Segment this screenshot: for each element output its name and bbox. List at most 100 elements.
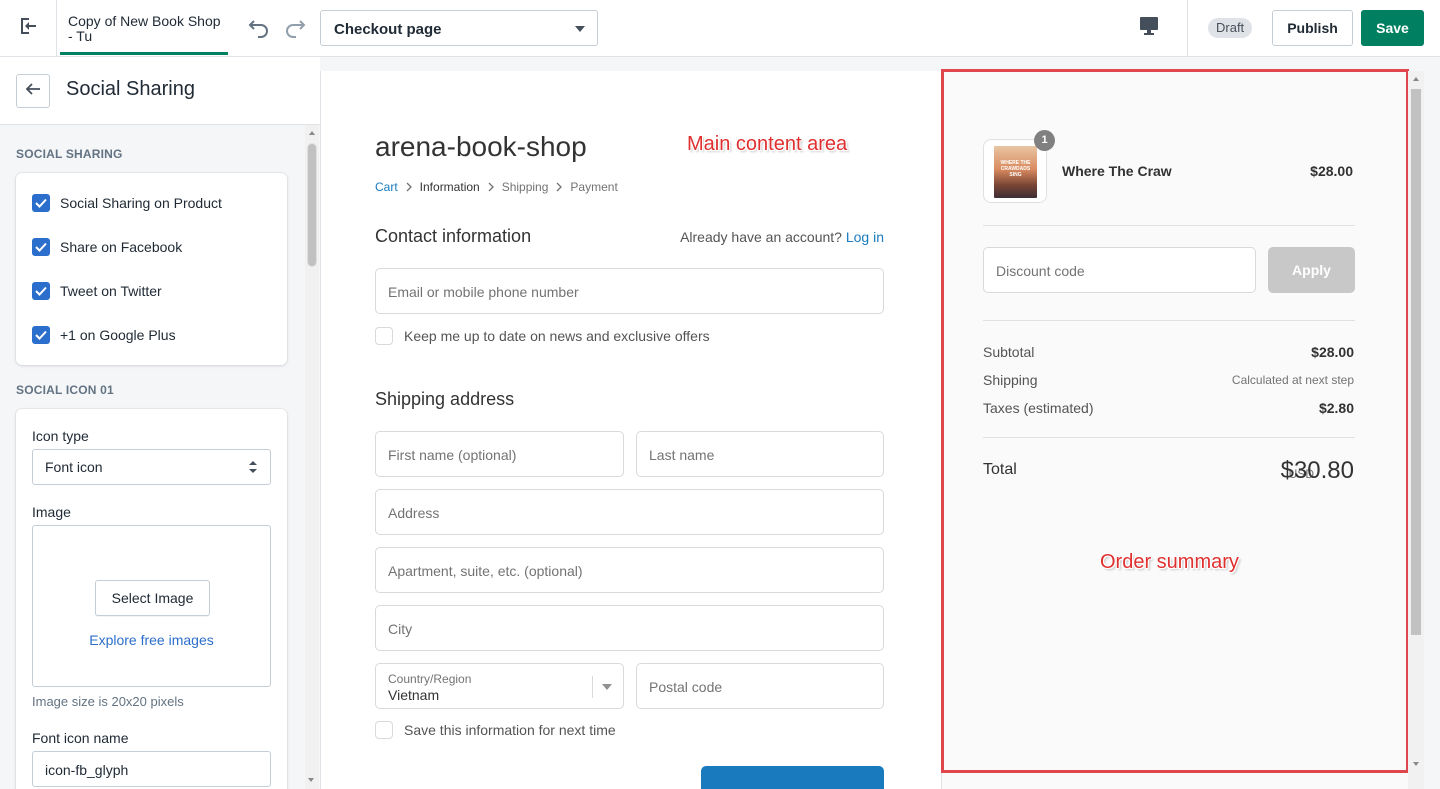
city-field[interactable]: City [375, 605, 884, 651]
sidebar-header: Social Sharing [0, 57, 320, 125]
section-heading-social-icon: SOCIAL ICON 01 [16, 383, 114, 397]
font-icon-name-input[interactable]: icon-fb_glyph [32, 751, 271, 787]
newsletter-checkbox[interactable] [375, 327, 393, 345]
checkbox-checked[interactable] [32, 282, 50, 300]
scroll-down-icon[interactable] [308, 778, 314, 782]
first-name-placeholder: First name (optional) [388, 447, 517, 463]
summary-divider [983, 225, 1355, 226]
country-select[interactable]: Country/Region Vietnam [375, 663, 624, 709]
shipping-value: Calculated at next step [1231, 373, 1354, 387]
checkbox-row-share-facebook[interactable]: Share on Facebook [32, 237, 182, 257]
subtotal-label: Subtotal [983, 344, 1035, 360]
book-cover-image: WHERE THE CRAWDADS SING [994, 146, 1037, 198]
exit-icon [17, 15, 39, 42]
newsletter-checkbox-row[interactable]: Keep me up to date on news and exclusive… [375, 327, 710, 345]
save-info-checkbox-row[interactable]: Save this information for next time [375, 721, 616, 739]
font-icon-name-value: icon-fb_glyph [45, 762, 129, 778]
postal-code-placeholder: Postal code [649, 679, 723, 695]
order-summary: WHERE THE CRAWDADS SING 1 Where The Craw… [941, 71, 1411, 789]
icon-type-select[interactable]: Font icon [32, 449, 271, 485]
checkbox-label: Social Sharing on Product [60, 195, 222, 211]
redo-button[interactable] [280, 14, 310, 44]
account-prompt: Already have an account? Log in [680, 229, 884, 245]
breadcrumb: Cart Information Shipping Payment [375, 180, 618, 194]
chevron-right-icon [406, 182, 412, 192]
last-name-placeholder: Last name [649, 447, 715, 463]
publish-button[interactable]: Publish [1272, 10, 1353, 46]
main-content-area: arena-book-shop Cart Information Shippin… [321, 71, 941, 789]
summary-divider [983, 437, 1355, 438]
shipping-label: Shipping [983, 372, 1038, 388]
newsletter-label: Keep me up to date on news and exclusive… [404, 328, 710, 344]
icon-type-label: Icon type [32, 428, 89, 444]
theme-title-underline [60, 52, 228, 55]
breadcrumb-cart[interactable]: Cart [375, 180, 398, 194]
top-divider [1187, 0, 1188, 56]
chevron-right-icon [556, 182, 563, 192]
scroll-up-icon [1413, 77, 1419, 81]
subtotal-value: $28.00 [1311, 344, 1354, 360]
explore-free-images-link[interactable]: Explore free images [33, 632, 270, 648]
total-label: Total [983, 461, 1017, 478]
chevron-right-icon [488, 182, 494, 192]
country-label: Country/Region [388, 672, 472, 686]
city-placeholder: City [388, 621, 413, 637]
taxes-value: $2.80 [1318, 400, 1354, 416]
address-field[interactable]: Address [375, 489, 884, 535]
login-link[interactable]: Log in [846, 229, 884, 245]
save-info-checkbox[interactable] [375, 721, 393, 739]
discount-code-field[interactable]: Discount code [983, 247, 1256, 293]
page-select[interactable]: Checkout page [320, 10, 598, 46]
font-icon-name-label: Font icon name [32, 730, 129, 746]
continue-button[interactable] [701, 766, 884, 789]
theme-title: Copy of New Book Shop - Tu [68, 13, 221, 44]
last-name-field[interactable]: Last name [636, 431, 884, 477]
back-button[interactable] [16, 74, 50, 108]
breadcrumb-shipping: Shipping [501, 180, 549, 194]
postal-code-field[interactable]: Postal code [636, 663, 884, 709]
product-price: $28.00 [1310, 163, 1353, 179]
breadcrumb-payment: Payment [570, 180, 618, 194]
select-image-button[interactable]: Select Image [95, 580, 210, 616]
page-select-value: Checkout page [334, 21, 442, 38]
book-cover-text: WHERE THE CRAWDADS SING [1000, 160, 1031, 178]
checkout-preview: arena-book-shop Cart Information Shippin… [320, 71, 1424, 789]
email-placeholder: Email or mobile phone number [388, 284, 579, 300]
scrollbar-thumb[interactable] [307, 143, 317, 267]
apartment-field[interactable]: Apartment, suite, etc. (optional) [375, 547, 884, 593]
address-placeholder: Address [388, 505, 440, 521]
quantity-badge: 1 [1034, 130, 1055, 151]
checkbox-row-social-sharing-product[interactable]: Social Sharing on Product [32, 193, 222, 213]
image-label: Image [32, 504, 71, 520]
sidebar-scrollbar[interactable] [305, 125, 319, 789]
annotation-order-summary: Order summary [1100, 551, 1239, 573]
checkbox-label: Share on Facebook [60, 239, 183, 255]
checkbox-row-google-plus[interactable]: +1 on Google Plus [32, 325, 176, 345]
first-name-field[interactable]: First name (optional) [375, 431, 624, 477]
select-divider [592, 676, 593, 698]
shop-name[interactable]: arena-book-shop [375, 131, 587, 163]
save-button[interactable]: Save [1361, 10, 1424, 46]
total-value: $30.80 [1280, 457, 1354, 484]
email-field[interactable]: Email or mobile phone number [375, 268, 884, 314]
sidebar-title: Social Sharing [66, 78, 195, 100]
product-name: Where The Craw [1062, 163, 1172, 179]
desktop-icon [1139, 16, 1159, 41]
checkbox-checked[interactable] [32, 194, 50, 212]
scrollbar-thumb[interactable] [1411, 89, 1421, 635]
preview-scrollbar[interactable] [1408, 71, 1424, 789]
exit-editor-button[interactable] [0, 0, 57, 56]
checkbox-checked[interactable] [32, 238, 50, 256]
checkbox-checked[interactable] [32, 326, 50, 344]
undo-button[interactable] [244, 14, 274, 44]
save-info-label: Save this information for next time [404, 722, 616, 738]
checkbox-label: +1 on Google Plus [60, 327, 176, 343]
checkbox-row-tweet-twitter[interactable]: Tweet on Twitter [32, 281, 162, 301]
arrow-left-icon [25, 81, 41, 102]
apply-discount-button[interactable]: Apply [1268, 247, 1355, 293]
social-sharing-card: Social Sharing on Product Share on Faceb… [16, 173, 287, 365]
desktop-preview-button[interactable] [1136, 14, 1162, 42]
summary-divider [983, 320, 1355, 321]
scroll-up-icon [309, 131, 315, 135]
discount-placeholder: Discount code [996, 263, 1085, 279]
